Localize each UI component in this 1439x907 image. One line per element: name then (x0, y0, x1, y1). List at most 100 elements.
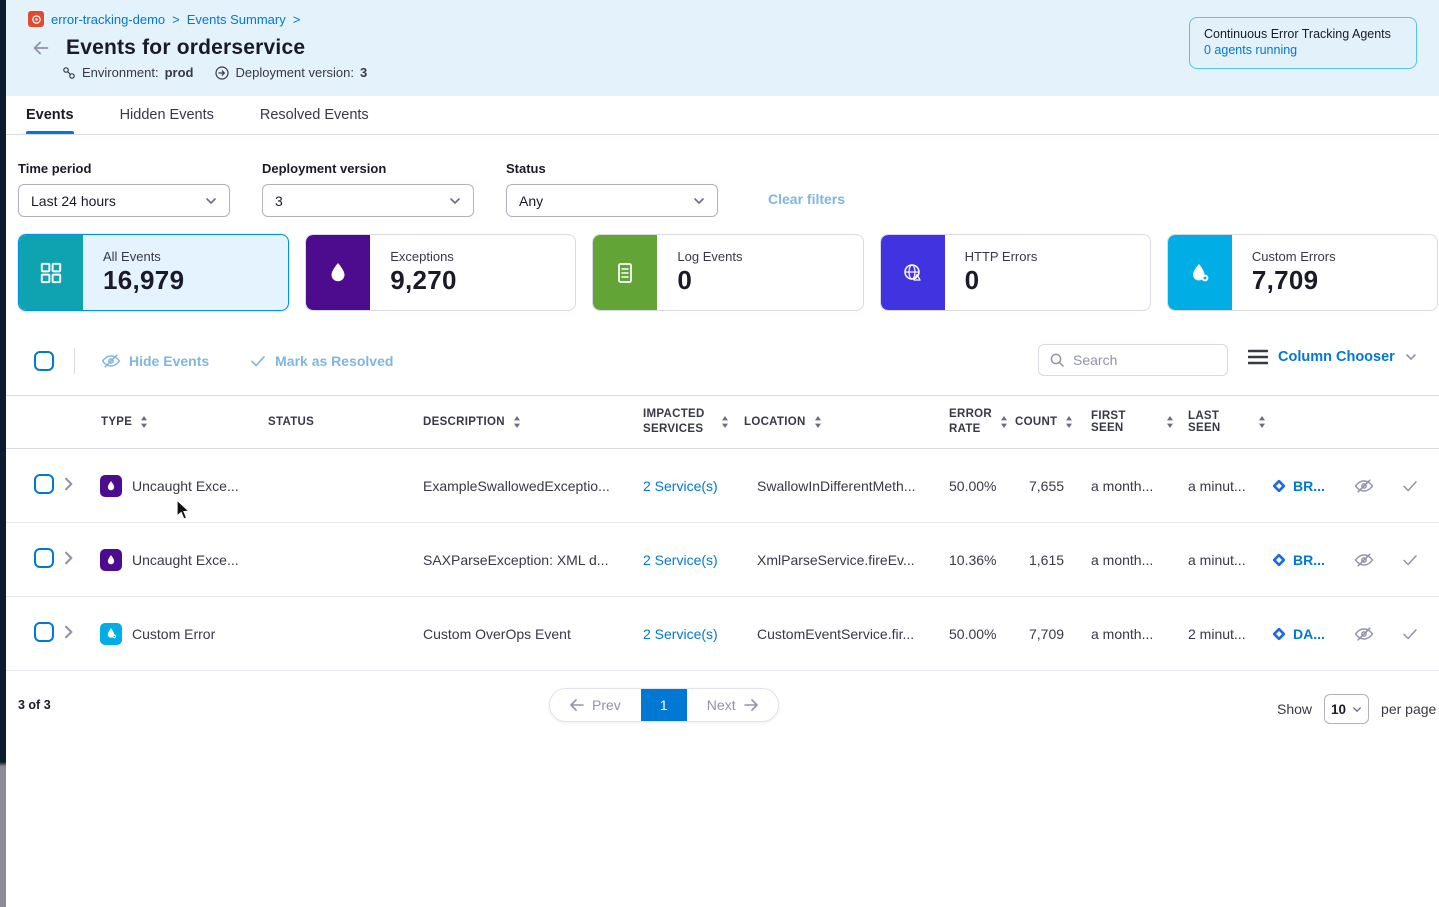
jira-diamond-icon (1271, 626, 1287, 642)
status-filter-value: Any (519, 193, 543, 209)
next-page-button[interactable]: Next (687, 689, 778, 721)
column-header-count[interactable]: COUNT (1015, 416, 1077, 428)
prev-page-button[interactable]: Prev (550, 689, 641, 721)
time-period-select[interactable]: Last 24 hours (18, 184, 230, 217)
column-header-type[interactable]: TYPE (96, 416, 264, 428)
count-cell: 7,655 (1015, 478, 1077, 494)
hide-event-icon[interactable] (1354, 476, 1374, 496)
resolve-event-icon[interactable] (1401, 625, 1419, 643)
sort-icon[interactable] (1000, 416, 1008, 428)
description-cell: SAXParseException: XML d... (419, 552, 639, 568)
page-number-button[interactable]: 1 (641, 689, 687, 721)
show-label: Show (1277, 701, 1312, 717)
clear-filters-button[interactable]: Clear filters (768, 191, 845, 207)
error-rate-cell: 10.36% (927, 552, 1015, 568)
check-icon (249, 352, 267, 370)
card-log-events[interactable]: Log Events 0 (592, 234, 863, 311)
pagination-bar: 3 of 3 Prev 1 Next Show 10 per page (6, 688, 1439, 728)
environment-value: prod (165, 65, 194, 80)
sort-icon[interactable] (140, 416, 148, 428)
arrow-right-icon (744, 699, 758, 711)
deployment-version-icon (215, 66, 229, 80)
expand-row-icon[interactable] (62, 625, 76, 639)
deployment-version-select[interactable]: 3 (262, 184, 474, 217)
breadcrumb-project-link[interactable]: error-tracking-demo (51, 12, 165, 27)
column-header-location[interactable]: LOCATION (739, 416, 927, 428)
impacted-services-link[interactable]: 2 Service(s) (643, 478, 718, 494)
card-label: All Events (103, 249, 184, 264)
impacted-services-link[interactable]: 2 Service(s) (643, 626, 718, 642)
type-label: Uncaught Exce... (132, 478, 239, 494)
ticket-link[interactable]: BR... (1293, 552, 1325, 568)
event-stat-cards: All Events 16,979 Exceptions 9,270 Log (18, 234, 1438, 311)
row-count-summary: 3 of 3 (18, 698, 51, 712)
row-checkbox[interactable] (34, 548, 54, 568)
location-cell: XmlParseService.fireEv... (739, 552, 927, 568)
custom-error-type-icon (100, 623, 122, 645)
sort-icon[interactable] (513, 416, 521, 428)
type-label: Custom Error (132, 626, 215, 642)
column-header-error-rate[interactable]: ERROR RATE (927, 407, 1015, 437)
tab-events[interactable]: Events (26, 96, 74, 134)
search-box (1038, 344, 1228, 376)
row-checkbox[interactable] (34, 474, 54, 494)
expand-row-icon[interactable] (62, 551, 76, 565)
impacted-services-link[interactable]: 2 Service(s) (643, 552, 718, 568)
tab-hidden-events[interactable]: Hidden Events (120, 96, 214, 134)
table-toolbar: Hide Events Mark as Resolved Column Choo… (6, 344, 1439, 377)
column-header-impacted-services[interactable]: IMPACTED SERVICES (639, 407, 739, 437)
deployment-value: 3 (360, 65, 367, 80)
flame-gear-icon (1168, 235, 1232, 310)
search-input[interactable] (1073, 352, 1213, 368)
arrow-left-icon (570, 699, 584, 711)
expand-row-icon[interactable] (62, 477, 76, 491)
resolve-event-icon[interactable] (1401, 477, 1419, 495)
card-exceptions[interactable]: Exceptions 9,270 (305, 234, 576, 311)
jira-diamond-icon (1271, 552, 1287, 568)
sort-icon[interactable] (1065, 416, 1073, 428)
ticket-link[interactable]: BR... (1293, 478, 1325, 494)
column-chooser-button[interactable]: Column Chooser (1248, 348, 1417, 366)
card-value: 0 (677, 265, 742, 296)
column-header-last-seen[interactable]: LAST SEEN (1174, 410, 1266, 434)
agents-panel: Continuous Error Tracking Agents 0 agent… (1189, 17, 1417, 69)
sort-icon[interactable] (721, 416, 729, 428)
column-header-first-seen[interactable]: FIRST SEEN (1077, 410, 1174, 434)
sort-icon[interactable] (1258, 416, 1266, 428)
filters-bar: Time period Last 24 hours Deployment ver… (18, 161, 845, 217)
breadcrumb-section-link[interactable]: Events Summary (187, 12, 286, 27)
card-custom-errors[interactable]: Custom Errors 7,709 (1167, 234, 1438, 311)
error-rate-cell: 50.00% (927, 478, 1015, 494)
hide-events-label: Hide Events (129, 353, 209, 369)
agents-running-link[interactable]: 0 agents running (1204, 43, 1297, 57)
sort-icon[interactable] (1166, 416, 1174, 428)
status-select[interactable]: Any (506, 184, 718, 217)
chevron-down-icon (693, 197, 705, 205)
chevron-down-icon (205, 197, 217, 205)
hamburger-icon (1248, 348, 1268, 366)
error-rate-cell: 50.00% (927, 626, 1015, 642)
jira-diamond-icon (1271, 478, 1287, 494)
mark-resolved-button[interactable]: Mark as Resolved (249, 352, 393, 370)
hide-events-button[interactable]: Hide Events (101, 351, 209, 371)
select-all-checkbox[interactable] (34, 351, 54, 371)
environment-meta: Environment: prod (62, 65, 193, 80)
column-header-description[interactable]: DESCRIPTION (419, 416, 639, 428)
back-arrow-icon[interactable] (30, 37, 52, 59)
table-header-row: TYPE STATUS DESCRIPTION IMPACTED SERVICE… (6, 395, 1439, 449)
deployment-meta: Deployment version: 3 (215, 65, 367, 80)
card-http-errors[interactable]: HTTP Errors 0 (880, 234, 1151, 311)
events-tabs: Events Hidden Events Resolved Events (6, 96, 1439, 135)
card-all-events[interactable]: All Events 16,979 (18, 234, 289, 311)
first-seen-cell: a month... (1077, 552, 1174, 568)
tab-resolved-events[interactable]: Resolved Events (260, 96, 369, 134)
hide-event-icon[interactable] (1354, 550, 1374, 570)
ticket-link[interactable]: DA... (1293, 626, 1325, 642)
pager: Prev 1 Next (549, 688, 779, 722)
page-size-select[interactable]: 10 (1324, 694, 1369, 724)
table-row: Uncaught Exce... SAXParseException: XML … (6, 523, 1439, 597)
row-checkbox[interactable] (34, 622, 54, 642)
sort-icon[interactable] (814, 416, 822, 428)
hide-event-icon[interactable] (1354, 624, 1374, 644)
resolve-event-icon[interactable] (1401, 551, 1419, 569)
